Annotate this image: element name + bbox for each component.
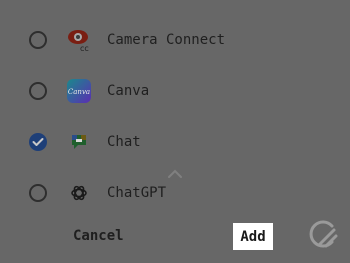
cancel-button[interactable]: Cancel <box>73 228 124 244</box>
google-chat-icon <box>66 129 92 155</box>
radio-button[interactable] <box>29 82 47 100</box>
list-item[interactable]: cc Camera Connect <box>0 20 350 60</box>
radio-button[interactable] <box>29 184 47 202</box>
app-label: Camera Connect <box>107 32 226 48</box>
app-label: Canva <box>107 83 150 99</box>
svg-text:Canva: Canva <box>68 88 90 96</box>
canva-icon: Canva <box>66 78 92 104</box>
chatgpt-icon <box>66 180 92 206</box>
checkmark-icon <box>32 138 44 146</box>
radio-button-checked[interactable] <box>29 133 47 151</box>
list-item[interactable]: ChatGPT <box>0 173 350 213</box>
camera-connect-icon: cc <box>66 27 92 53</box>
watermark-logo-icon <box>309 220 338 248</box>
list-item[interactable]: Canva Canva <box>0 71 350 111</box>
radio-button[interactable] <box>29 31 47 49</box>
list-item[interactable]: Chat <box>0 122 350 162</box>
svg-text:cc: cc <box>80 44 89 53</box>
add-button[interactable]: Add <box>233 223 273 250</box>
app-label: ChatGPT <box>107 185 167 201</box>
app-label: Chat <box>107 134 141 150</box>
